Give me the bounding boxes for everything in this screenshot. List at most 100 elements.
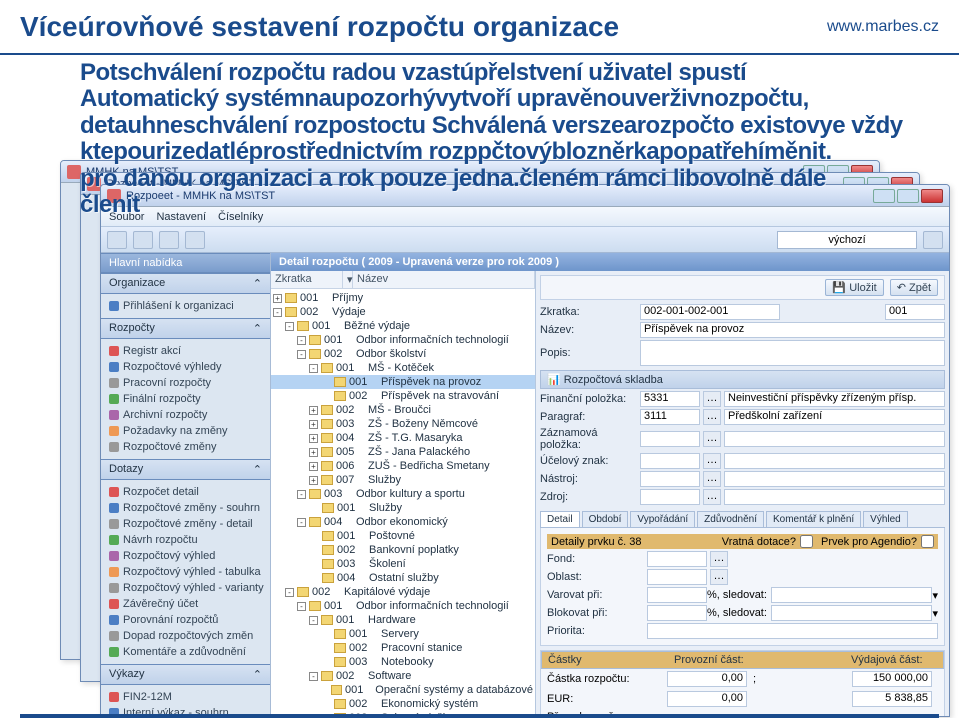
tab-zduvodneni[interactable]: Zdůvodnění [697, 511, 764, 527]
tree-node[interactable]: +006ZUŠ - Bedřicha Smetany [271, 459, 535, 473]
rozp-header[interactable]: Rozpočty⌃ [101, 318, 270, 339]
collapse-icon[interactable]: ⌃ [253, 463, 262, 476]
dotazy-item[interactable]: Rozpočtové změny - souhrn [101, 500, 270, 516]
org-header[interactable]: Organizace⌃ [101, 273, 270, 294]
val-sledovat2[interactable] [771, 605, 933, 621]
val-zaznam[interactable] [640, 431, 700, 447]
tree-node[interactable]: +005ZŠ - Jana Palackého [271, 445, 535, 459]
expand-icon[interactable]: + [309, 406, 318, 415]
tab-vyhled[interactable]: Výhled [863, 511, 908, 527]
close-button[interactable] [921, 189, 943, 203]
vykazy-item[interactable]: FIN2-12M [101, 689, 270, 705]
expand-icon[interactable]: + [309, 462, 318, 471]
tab-komentar[interactable]: Komentář k plnění [766, 511, 861, 527]
refresh-icon[interactable] [159, 231, 179, 249]
expand-icon[interactable]: + [273, 294, 282, 303]
val-varovat[interactable] [647, 587, 707, 603]
tree-node[interactable]: 002Bankovní poplatky [271, 543, 535, 557]
nav-fwd-icon[interactable] [133, 231, 153, 249]
layout-save-icon[interactable] [923, 231, 943, 249]
tree-node[interactable]: 004Ostatní služby [271, 571, 535, 585]
dotazy-item[interactable]: Návrh rozpočtu [101, 532, 270, 548]
col-nazev[interactable]: Název [353, 271, 535, 288]
dropdown-icon[interactable]: ▾ [932, 607, 938, 620]
dropdown-icon[interactable]: ▾ [932, 589, 938, 602]
val-nazev[interactable]: Příspěvek na provoz [640, 322, 945, 338]
tree-node[interactable]: -002Výdaje [271, 305, 535, 319]
tab-detail[interactable]: Detail [540, 511, 580, 527]
rozp-item[interactable]: Požadavky na změny [101, 423, 270, 439]
collapse-icon[interactable]: - [285, 588, 294, 597]
expand-icon[interactable]: + [309, 448, 318, 457]
layout-dropdown[interactable]: výchozí [777, 231, 917, 249]
tab-vyporadani[interactable]: Vypořádání [630, 511, 695, 527]
tree-node[interactable]: 002Příspěvek na stravování [271, 389, 535, 403]
tree-node[interactable]: +007Služby [271, 473, 535, 487]
nav-back-icon[interactable] [107, 231, 127, 249]
dotazy-item[interactable]: Rozpočtový výhled [101, 548, 270, 564]
tree-node[interactable]: -001Hardware [271, 613, 535, 627]
tree-node[interactable]: 002Ekonomický systém [271, 697, 535, 711]
tree-node[interactable]: -001Běžné výdaje [271, 319, 535, 333]
val-blokovat[interactable] [647, 605, 707, 621]
vykazy-header[interactable]: Výkazy⌃ [101, 664, 270, 685]
tree-node[interactable]: 002Pracovní stanice [271, 641, 535, 655]
rozp-item[interactable]: Finální rozpočty [101, 391, 270, 407]
dotazy-header[interactable]: Dotazy⌃ [101, 459, 270, 480]
rozp-item[interactable]: Rozpočtové výhledy [101, 359, 270, 375]
val-paragraf[interactable]: 3111 [640, 409, 700, 425]
val-fond[interactable] [647, 551, 707, 567]
tree-node[interactable]: -003Odbor kultury a sportu [271, 487, 535, 501]
expand-icon[interactable]: + [309, 420, 318, 429]
val-popis[interactable] [640, 340, 945, 366]
lookup-ucel[interactable]: … [703, 453, 721, 469]
lookup-nastroj[interactable]: … [703, 471, 721, 487]
tree-node[interactable]: 001Příspěvek na provoz [271, 375, 535, 389]
lookup-paragraf[interactable]: … [703, 409, 721, 425]
collapse-icon[interactable]: - [297, 336, 306, 345]
tree-node[interactable]: 001Služby [271, 501, 535, 515]
tab-obdobi[interactable]: Období [582, 511, 629, 527]
lookup-oblast[interactable]: … [710, 569, 728, 585]
chk-vratna[interactable] [800, 535, 813, 548]
collapse-icon[interactable]: - [297, 602, 306, 611]
val-sledovat[interactable] [771, 587, 933, 603]
dotazy-item[interactable]: Rozpočtové změny - detail [101, 516, 270, 532]
tree-node[interactable]: -002Kapitálové výdaje [271, 585, 535, 599]
home-icon[interactable] [185, 231, 205, 249]
rozp-item[interactable]: Registr akcí [101, 343, 270, 359]
col-zkratka[interactable]: Zkratka [271, 271, 343, 288]
rozp-item[interactable]: Rozpočtové změny [101, 439, 270, 455]
collapse-icon[interactable]: - [309, 364, 318, 373]
val-ucel[interactable] [640, 453, 700, 469]
expand-icon[interactable]: + [309, 476, 318, 485]
tree-node[interactable]: -002Odbor školství [271, 347, 535, 361]
val-finpol[interactable]: 5331 [640, 391, 700, 407]
dotazy-item[interactable]: Komentáře a zdůvodnění [101, 644, 270, 660]
collapse-icon[interactable]: - [297, 518, 306, 527]
dotazy-item[interactable]: Porovnání rozpočtů [101, 612, 270, 628]
tree-node[interactable]: -001Odbor informačních technologií [271, 599, 535, 613]
val-nastroj[interactable] [640, 471, 700, 487]
val-zkratka-code[interactable]: 001 [885, 304, 945, 320]
collapse-icon[interactable]: - [297, 350, 306, 359]
dotazy-item[interactable]: Rozpočtový výhled - varianty [101, 580, 270, 596]
dotazy-item[interactable]: Dopad rozpočtových změn [101, 628, 270, 644]
val-castka-vyd[interactable]: 150 000,00 [852, 671, 932, 687]
back-button[interactable]: ↶ Zpět [890, 279, 938, 296]
collapse-icon[interactable]: - [309, 616, 318, 625]
collapse-icon[interactable]: - [273, 308, 282, 317]
collapse-icon[interactable]: - [297, 490, 306, 499]
lookup-zaznam[interactable]: … [703, 431, 721, 447]
dotazy-item[interactable]: Rozpočtový výhled - tabulka [101, 564, 270, 580]
lookup-finpol[interactable]: … [703, 391, 721, 407]
org-login[interactable]: Přihlášení k organizaci [101, 298, 270, 314]
tree-node[interactable]: +002MŠ - Broučci [271, 403, 535, 417]
collapse-icon[interactable]: - [285, 322, 294, 331]
val-castka-prov[interactable]: 0,00 [667, 671, 747, 687]
collapse-icon[interactable]: ⌃ [253, 277, 262, 290]
tree-node[interactable]: 001Poštovné [271, 529, 535, 543]
tree-node[interactable]: -002Software [271, 669, 535, 683]
tree-node[interactable]: 003Školení [271, 557, 535, 571]
chk-agendio[interactable] [921, 535, 934, 548]
